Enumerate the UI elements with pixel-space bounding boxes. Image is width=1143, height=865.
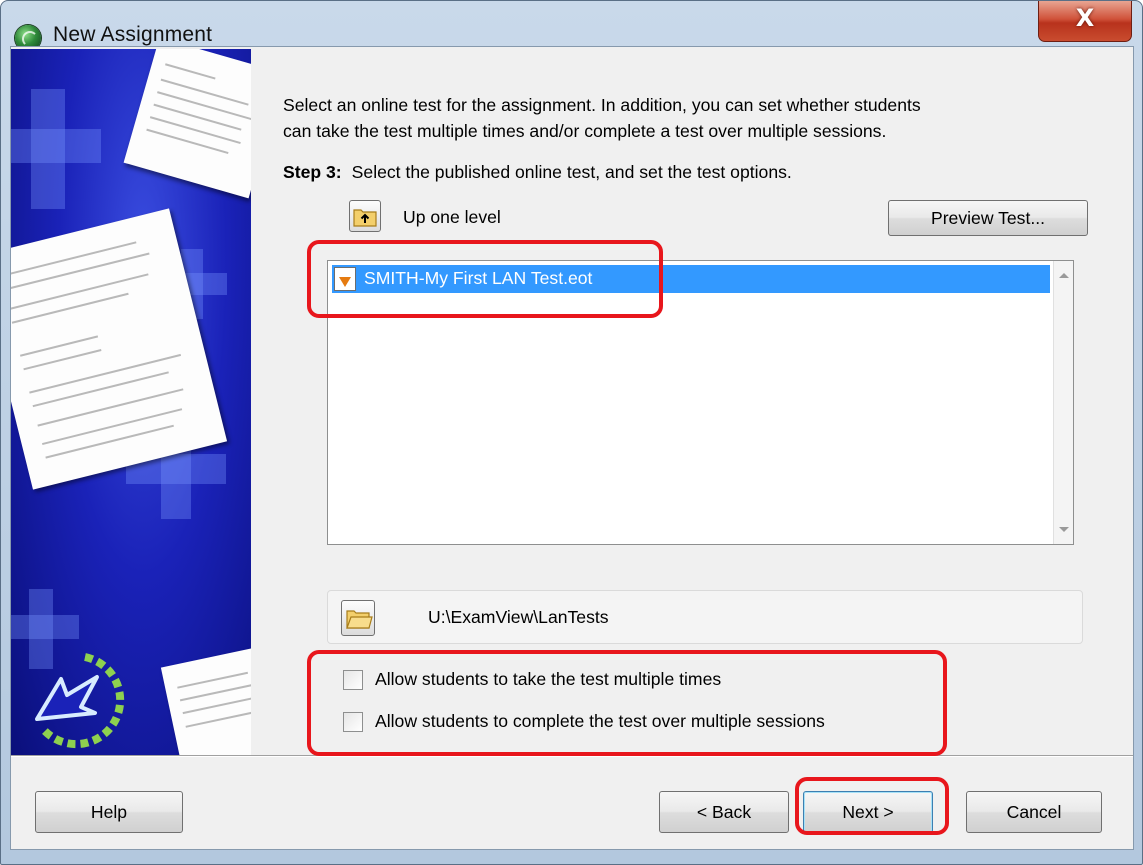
step-text: Select the published online test, and se…: [351, 162, 792, 182]
checkbox-multiple-times[interactable]: [343, 670, 363, 690]
test-file-list[interactable]: SMITH-My First LAN Test.eot: [327, 260, 1074, 545]
footer-divider: [11, 755, 1133, 757]
instructions-line-2: can take the test multiple times and/or …: [283, 121, 887, 141]
back-label: < Back: [696, 802, 752, 822]
instructions-text: Select an online test for the assignment…: [283, 92, 1103, 144]
up-one-level-button[interactable]: [349, 200, 381, 232]
instructions-line-1: Select an online test for the assignment…: [283, 95, 921, 115]
back-button[interactable]: < Back: [659, 791, 789, 833]
preview-test-button[interactable]: Preview Test...: [888, 200, 1088, 236]
paper-illustration: [123, 49, 251, 199]
close-button[interactable]: X: [1038, 1, 1132, 42]
next-label: Next >: [842, 802, 894, 822]
up-one-level-label[interactable]: Up one level: [403, 207, 501, 228]
paper-illustration: [160, 642, 251, 755]
window-title: New Assignment: [53, 23, 213, 46]
scroll-down-arrow-icon[interactable]: [1059, 527, 1069, 532]
preview-test-label: Preview Test...: [930, 208, 1046, 228]
new-assignment-dialog: New Assignment X Select an online test f…: [0, 0, 1143, 865]
next-button[interactable]: Next >: [803, 791, 933, 833]
option-label[interactable]: Allow students to complete the test over…: [375, 711, 825, 732]
help-label: Help: [90, 802, 128, 822]
current-path: U:\ExamView\LanTests: [428, 607, 609, 627]
folder-icon: [346, 610, 373, 629]
file-name: SMITH-My First LAN Test.eot: [364, 268, 593, 288]
step-heading: Step 3: Select the published online test,…: [283, 162, 792, 183]
option-label[interactable]: Allow students to take the test multiple…: [375, 669, 721, 690]
checkbox-multiple-sessions[interactable]: [343, 712, 363, 732]
folder-up-icon: [353, 209, 377, 227]
cancel-label: Cancel: [1006, 802, 1062, 822]
browse-folder-button[interactable]: [341, 600, 375, 636]
step-label: Step 3:: [283, 162, 342, 182]
list-item[interactable]: SMITH-My First LAN Test.eot: [332, 265, 1050, 293]
list-scrollbar[interactable]: [1053, 261, 1073, 544]
wizard-banner-image: [11, 49, 251, 755]
scroll-up-arrow-icon[interactable]: [1059, 273, 1069, 278]
examview-logo-icon: [35, 653, 125, 749]
highlight-test-options: [307, 650, 947, 756]
help-button[interactable]: Help: [35, 791, 183, 833]
dialog-client-area: Select an online test for the assignment…: [10, 46, 1134, 850]
cancel-button[interactable]: Cancel: [966, 791, 1102, 833]
online-test-file-icon: [334, 267, 356, 291]
current-folder-panel: U:\ExamView\LanTests: [327, 590, 1083, 644]
close-icon: X: [1075, 4, 1095, 32]
